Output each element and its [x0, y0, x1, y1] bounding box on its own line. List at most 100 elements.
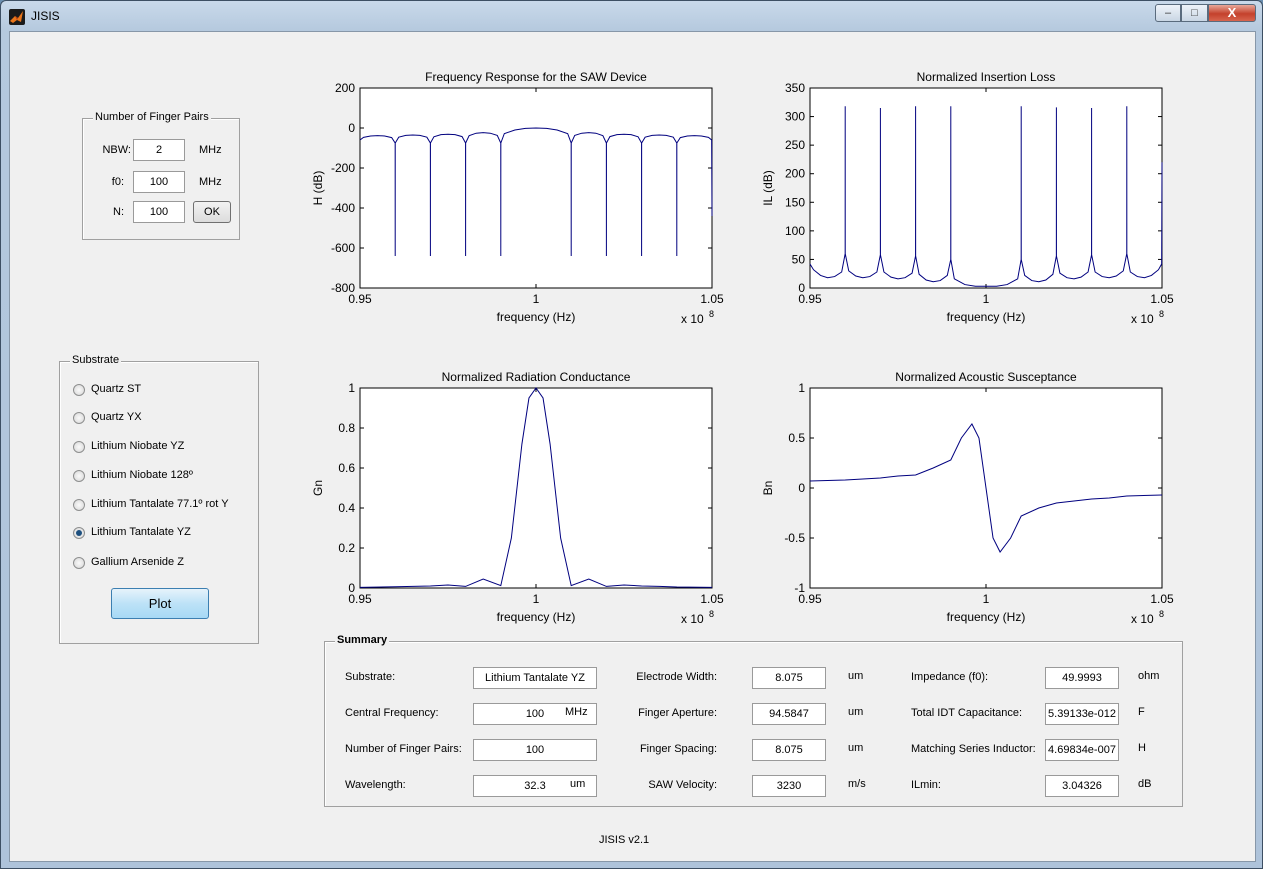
summary-label: Finger Aperture: [638, 707, 717, 719]
summary-unit: ohm [1138, 670, 1160, 682]
summary-value-field[interactable]: 100 [473, 739, 597, 761]
y-tick-label: 250 [785, 138, 805, 152]
summary-value-field[interactable]: 49.9993 [1045, 667, 1119, 689]
x-multiplier-exponent: 8 [1159, 609, 1164, 619]
substrate-panel-title: Substrate [70, 354, 122, 366]
summary-value-field[interactable]: 3230 [752, 775, 826, 797]
substrate-panel: Substrate Quartz ST Quartz YX Lithium Niob… [59, 354, 259, 644]
summary-label: Number of Finger Pairs: [345, 743, 462, 755]
plot-button[interactable]: Plot [111, 588, 209, 619]
summary-value-field[interactable]: 4.69834e-007 [1045, 739, 1119, 761]
chart-title: Normalized Radiation Conductance [442, 370, 631, 384]
x-tick-label: 1.05 [700, 592, 724, 606]
summary-label: Finger Spacing: [639, 743, 717, 755]
summary-label: Electrode Width: [636, 671, 717, 683]
figure-client-area: Number of Finger Pairs NBW: 2 MHz f0: 10… [9, 31, 1256, 862]
summary-unit: um [848, 670, 864, 682]
radio-unselected[interactable] [73, 557, 85, 569]
y-tick-label: 0 [348, 121, 355, 135]
radio-unselected[interactable] [73, 384, 85, 396]
close-button[interactable]: X [1208, 4, 1256, 22]
finger-pairs-panel: Number of Finger Pairs NBW: 2 MHz f0: 10… [82, 111, 240, 240]
summary-label: Matching Series Inductor: [911, 743, 1036, 755]
substrate-option-label: Gallium Arsenide Z [91, 556, 184, 568]
maximize-button[interactable]: □ [1181, 4, 1208, 22]
f0-input[interactable]: 100 [133, 171, 185, 193]
chart-title: Normalized Acoustic Susceptance [895, 370, 1077, 384]
summary-value-field[interactable]: 3.04326 [1045, 775, 1119, 797]
y-axis-label: Bn [761, 481, 775, 496]
summary-value-field[interactable]: 8.075 [752, 739, 826, 761]
summary-value-field[interactable]: 94.5847 [752, 703, 826, 725]
summary-unit: MHz [565, 706, 588, 718]
substrate-option-label: Lithium Tantalate YZ [91, 526, 191, 538]
nbw-unit: MHz [199, 144, 222, 156]
y-axis-label: Gn [311, 480, 325, 496]
y-tick-label: 0 [798, 281, 805, 295]
summary-unit: um [570, 778, 586, 790]
substrate-option-label: Lithium Niobate 128º [91, 469, 193, 481]
chart-title: Frequency Response for the SAW Device [425, 70, 647, 84]
app-window: JISIS – □ X Number of Finger Pairs NBW: … [0, 0, 1263, 869]
y-tick-label: 150 [785, 195, 805, 209]
plot-area[interactable] [359, 87, 713, 289]
radio-unselected[interactable] [73, 499, 85, 511]
summary-label: Central Frequency: [345, 707, 439, 719]
x-multiplier-label: x 10 [681, 612, 704, 626]
substrate-option-label: Lithium Niobate YZ [91, 440, 185, 452]
summary-value-field[interactable]: Lithium Tantalate YZ [473, 667, 597, 689]
summary-unit: m/s [848, 778, 866, 790]
finger-pairs-panel-title: Number of Finger Pairs [93, 111, 211, 123]
summary-label: ILmin: [911, 779, 941, 791]
x-multiplier-exponent: 8 [709, 309, 714, 319]
title-bar[interactable]: JISIS – □ X [1, 1, 1262, 31]
n-input[interactable]: 100 [133, 201, 185, 223]
ok-button[interactable]: OK [193, 201, 231, 223]
summary-unit: um [848, 706, 864, 718]
x-axis-label: frequency (Hz) [497, 310, 576, 324]
y-tick-label: 1 [798, 381, 805, 395]
y-axis-label: IL (dB) [761, 170, 775, 206]
nbw-input[interactable]: 2 [133, 139, 185, 161]
x-multiplier-exponent: 8 [1159, 309, 1164, 319]
x-tick-label: 1.05 [1150, 292, 1174, 306]
y-tick-label: 200 [335, 81, 355, 95]
summary-label: Wavelength: [345, 779, 406, 791]
radio-selected[interactable] [73, 527, 85, 539]
y-tick-label: 200 [785, 167, 805, 181]
plot-area[interactable] [359, 387, 713, 589]
radio-unselected[interactable] [73, 470, 85, 482]
y-tick-label: 350 [785, 81, 805, 95]
y-tick-label: 1 [348, 381, 355, 395]
y-tick-label: 0.6 [338, 461, 355, 475]
frequency-response-chart: Frequency Response for the SAW Device fre… [311, 70, 724, 326]
substrate-option-label: Lithium Tantalate 77.1º rot Y [91, 498, 229, 510]
acoustic-susceptance-chart: Normalized Acoustic Susceptance frequency… [761, 370, 1174, 626]
window-title: JISIS [31, 9, 60, 23]
substrate-option-label: Quartz YX [91, 411, 142, 423]
summary-label: SAW Velocity: [648, 779, 717, 791]
chart-title: Normalized Insertion Loss [917, 70, 1056, 84]
x-multiplier-exponent: 8 [709, 609, 714, 619]
y-tick-label: -0.5 [784, 531, 805, 545]
insertion-loss-chart: Normalized Insertion Loss frequency (Hz) I… [761, 70, 1174, 326]
summary-unit: H [1138, 742, 1146, 754]
y-tick-label: -800 [331, 281, 355, 295]
y-tick-label: 0.8 [338, 421, 355, 435]
summary-unit: um [848, 742, 864, 754]
y-tick-label: -600 [331, 241, 355, 255]
y-tick-label: -1 [794, 581, 805, 595]
summary-value-field[interactable]: 8.075 [752, 667, 826, 689]
radio-unselected[interactable] [73, 441, 85, 453]
x-tick-label: 1.05 [700, 292, 724, 306]
minimize-button[interactable]: – [1155, 4, 1181, 22]
f0-unit: MHz [199, 176, 222, 188]
x-tick-label: 1 [533, 292, 540, 306]
summary-value-field[interactable]: 5.39133e-012 [1045, 703, 1119, 725]
version-label: JISIS v2.1 [599, 834, 650, 846]
plot-area[interactable] [809, 87, 1163, 289]
x-tick-label: 1.05 [1150, 592, 1174, 606]
summary-label: Substrate: [345, 671, 396, 683]
summary-panel: Summary Substrate: Lithium Tantalate YZ Ce… [324, 634, 1183, 807]
radio-unselected[interactable] [73, 412, 85, 424]
